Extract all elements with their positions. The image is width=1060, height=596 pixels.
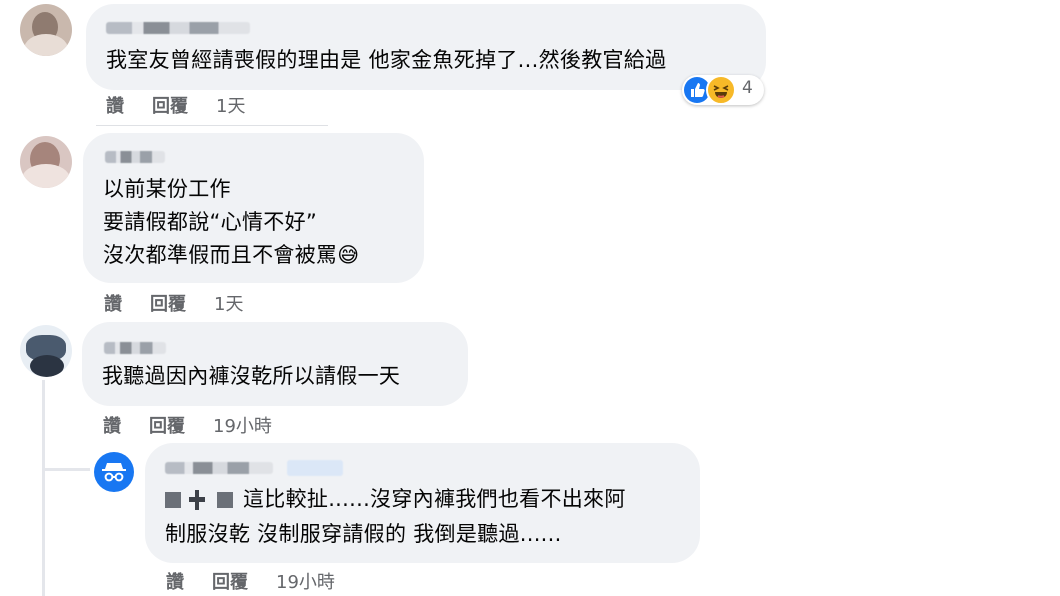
- thread-connector: [42, 468, 90, 471]
- comment-actions: 讚 回覆 1天: [104, 290, 271, 316]
- author-name[interactable]: [165, 462, 273, 474]
- comment-bubble: 我室友曾經請喪假的理由是 他家金魚死掉了...然後教官給過: [86, 4, 766, 90]
- avatar[interactable]: [20, 325, 72, 377]
- avatar[interactable]: [20, 4, 72, 56]
- comment-text: 我室友曾經請喪假的理由是 他家金魚死掉了...然後教官給過: [106, 48, 667, 72]
- comment-text: 我聽過因內褲沒乾所以請假一天: [102, 364, 401, 388]
- reply-button[interactable]: 回覆: [152, 96, 188, 117]
- reply-line: 這比較扯......沒穿內褲我們也看不出來阿: [243, 487, 626, 511]
- like-button[interactable]: 讚: [103, 416, 121, 437]
- timestamp[interactable]: 1天: [216, 96, 245, 117]
- like-button[interactable]: 讚: [104, 294, 122, 315]
- like-button[interactable]: 讚: [106, 96, 124, 117]
- like-button[interactable]: 讚: [166, 572, 184, 593]
- author-badge: [287, 460, 343, 476]
- anonymous-member-icon: [102, 463, 126, 482]
- comment-line: 以前某份工作: [103, 177, 231, 201]
- timestamp[interactable]: 19小時: [276, 572, 335, 593]
- reaction-count: 4: [742, 78, 753, 98]
- reply-button[interactable]: 回覆: [150, 294, 186, 315]
- comment-actions: 讚 回覆 19小時: [103, 412, 300, 438]
- anonymous-avatar[interactable]: [94, 452, 134, 492]
- author-name[interactable]: [104, 342, 166, 354]
- reply-button[interactable]: 回覆: [149, 416, 185, 437]
- comment-bubble: 我聽過因內褲沒乾所以請假一天: [82, 322, 468, 406]
- reply-bubble: 這比較扯......沒穿內褲我們也看不出來阿 制服沒乾 沒制服穿請假的 我倒是聽…: [145, 443, 700, 563]
- author-name[interactable]: [106, 22, 250, 34]
- comment-bubble: 以前某份工作 要請假都說“心情不好” 沒次都準假而且不會被罵😅: [83, 133, 424, 283]
- thread-line: [42, 380, 45, 596]
- avatar[interactable]: [20, 136, 72, 188]
- mention-tag[interactable]: [165, 490, 237, 510]
- timestamp[interactable]: 1天: [214, 294, 243, 315]
- comment-line: 沒次都準假而且不會被罵😅: [103, 243, 360, 267]
- reply-button[interactable]: 回覆: [212, 572, 248, 593]
- haha-reaction-icon: [706, 75, 736, 105]
- timestamp[interactable]: 19小時: [213, 416, 272, 437]
- comment-line: 要請假都說“心情不好”: [103, 210, 318, 234]
- reply-line: 制服沒乾 沒制服穿請假的 我倒是聽過......: [165, 522, 562, 546]
- reply-actions: 讚 回覆 19小時: [166, 568, 363, 594]
- divider-line: [96, 125, 328, 126]
- author-name[interactable]: [105, 151, 165, 163]
- reaction-summary[interactable]: 4: [682, 75, 764, 105]
- comment-actions: 讚 回覆 1天: [106, 92, 273, 118]
